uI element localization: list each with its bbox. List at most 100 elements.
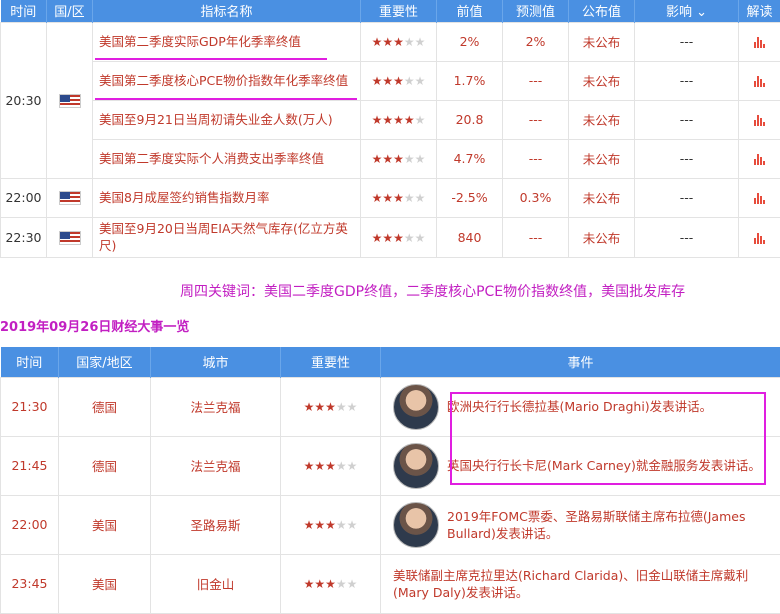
- region-cell: [47, 217, 93, 257]
- bar-chart-icon[interactable]: [754, 193, 766, 204]
- forecast-value: 0.3%: [503, 178, 569, 217]
- section-title: 2019年09月26日财经大事一览: [0, 316, 189, 335]
- actual-value: 未公布: [569, 178, 635, 217]
- event-importance: ★★★★★: [281, 554, 381, 613]
- indicator-row: 美国第二季度实际个人消费支出季率终值★★★★★4.7%---未公布---: [1, 139, 780, 178]
- importance-stars: ★★★★★: [304, 459, 358, 473]
- prev-value: -2.5%: [437, 178, 503, 217]
- importance-cell: ★★★★★: [361, 139, 437, 178]
- interpret-cell[interactable]: [739, 178, 780, 217]
- keywords-line: 周四关键词：美国二季度GDP终值，二季度核心PCE物价指数终值，美国批发库存: [180, 281, 685, 301]
- prev-value: 840: [437, 217, 503, 257]
- event-time: 23:45: [1, 554, 59, 613]
- impact-value: ---: [635, 217, 739, 257]
- importance-stars: ★★★★★: [372, 191, 426, 205]
- events-header-time: 时间: [1, 347, 59, 377]
- time-cell: 22:30: [1, 217, 47, 257]
- header-region: 国/区: [47, 0, 93, 22]
- us-flag-icon: [59, 191, 81, 205]
- highlight-underline-gdp: [95, 58, 327, 60]
- forecast-value: ---: [503, 217, 569, 257]
- indicator-name[interactable]: 美国至9月20日当周EIA天然气库存(亿立方英尺): [93, 217, 361, 257]
- indicator-name[interactable]: 美国第二季度实际GDP年化季率终值: [93, 22, 361, 61]
- event-row: 22:00美国圣路易斯★★★★★2019年FOMC票委、圣路易斯联储主席布拉德(…: [1, 495, 780, 554]
- importance-stars: ★★★★★: [372, 35, 426, 49]
- indicator-row: 22:30美国至9月20日当周EIA天然气库存(亿立方英尺)★★★★★840--…: [1, 217, 780, 257]
- actual-value: 未公布: [569, 61, 635, 100]
- interpret-cell[interactable]: [739, 61, 780, 100]
- indicator-name[interactable]: 美国至9月21日当周初请失业金人数(万人): [93, 100, 361, 139]
- importance-stars: ★★★★★: [304, 400, 358, 414]
- importance-cell: ★★★★★: [361, 61, 437, 100]
- importance-cell: ★★★★★: [361, 22, 437, 61]
- event-cell[interactable]: 美联储副主席克拉里达(Richard Clarida)、旧金山联储主席戴利(Ma…: [381, 554, 780, 613]
- forecast-value: ---: [503, 100, 569, 139]
- event-city: 法兰克福: [151, 377, 281, 436]
- impact-value: ---: [635, 100, 739, 139]
- impact-value: ---: [635, 61, 739, 100]
- event-cell[interactable]: 2019年FOMC票委、圣路易斯联储主席布拉德(James Bullard)发表…: [381, 495, 780, 554]
- importance-stars: ★★★★★: [372, 74, 426, 88]
- indicators-header-row: 时间 国/区 指标名称 重要性 前值 预测值 公布值 影响 ⌄ 解读: [1, 0, 780, 22]
- bar-chart-icon[interactable]: [754, 37, 766, 48]
- indicator-name[interactable]: 美国8月成屋签约销售指数月率: [93, 178, 361, 217]
- forecast-value: ---: [503, 61, 569, 100]
- forecast-value: 2%: [503, 22, 569, 61]
- event-text: 2019年FOMC票委、圣路易斯联储主席布拉德(James Bullard)发表…: [447, 508, 780, 542]
- event-country: 德国: [59, 436, 151, 495]
- header-indicator: 指标名称: [93, 0, 361, 22]
- indicator-name[interactable]: 美国第二季度实际个人消费支出季率终值: [93, 139, 361, 178]
- bar-chart-icon[interactable]: [754, 76, 766, 87]
- indicator-name[interactable]: 美国第二季度核心PCE物价指数年化季率终值: [93, 61, 361, 100]
- indicators-table: 时间 国/区 指标名称 重要性 前值 预测值 公布值 影响 ⌄ 解读 20:30…: [0, 0, 780, 258]
- importance-cell: ★★★★★: [361, 217, 437, 257]
- events-header-importance: 重要性: [281, 347, 381, 377]
- importance-stars: ★★★★★: [372, 113, 426, 127]
- us-flag-icon: [59, 231, 81, 245]
- highlight-underline-pce: [95, 98, 357, 100]
- header-interpret: 解读: [739, 0, 780, 22]
- event-row: 23:45美国旧金山★★★★★美联储副主席克拉里达(Richard Clarid…: [1, 554, 780, 613]
- events-header-city: 城市: [151, 347, 281, 377]
- prev-value: 2%: [437, 22, 503, 61]
- event-importance: ★★★★★: [281, 377, 381, 436]
- interpret-cell[interactable]: [739, 100, 780, 139]
- prev-value: 20.8: [437, 100, 503, 139]
- bar-chart-icon[interactable]: [754, 115, 766, 126]
- actual-value: 未公布: [569, 22, 635, 61]
- importance-stars: ★★★★★: [372, 231, 426, 245]
- bar-chart-icon[interactable]: [754, 154, 766, 165]
- header-time: 时间: [1, 0, 47, 22]
- prev-value: 4.7%: [437, 139, 503, 178]
- importance-stars: ★★★★★: [304, 577, 358, 591]
- impact-value: ---: [635, 178, 739, 217]
- region-cell: [47, 22, 93, 178]
- indicator-row: 20:30美国第二季度实际GDP年化季率终值★★★★★2%2%未公布---: [1, 22, 780, 61]
- impact-value: ---: [635, 139, 739, 178]
- forecast-value: ---: [503, 139, 569, 178]
- header-impact[interactable]: 影响 ⌄: [635, 0, 739, 22]
- impact-value: ---: [635, 22, 739, 61]
- time-cell: 22:00: [1, 178, 47, 217]
- interpret-cell[interactable]: [739, 22, 780, 61]
- importance-cell: ★★★★★: [361, 178, 437, 217]
- events-header-country: 国家/地区: [59, 347, 151, 377]
- actual-value: 未公布: [569, 217, 635, 257]
- speaker-avatar: [393, 502, 439, 548]
- header-prev: 前值: [437, 0, 503, 22]
- header-importance: 重要性: [361, 0, 437, 22]
- bar-chart-icon[interactable]: [754, 233, 766, 244]
- interpret-cell[interactable]: [739, 139, 780, 178]
- event-country: 德国: [59, 377, 151, 436]
- indicator-row: 美国第二季度核心PCE物价指数年化季率终值★★★★★1.7%---未公布---: [1, 61, 780, 100]
- event-country: 美国: [59, 495, 151, 554]
- interpret-cell[interactable]: [739, 217, 780, 257]
- indicator-row: 22:00 美国8月成屋签约销售指数月率 ★★★★★ -2.5%0.3%未公布---: [1, 178, 780, 217]
- event-text: 美联储副主席克拉里达(Richard Clarida)、旧金山联储主席戴利(Ma…: [393, 567, 780, 601]
- event-city: 旧金山: [151, 554, 281, 613]
- event-time: 21:45: [1, 436, 59, 495]
- speaker-avatar: [393, 384, 439, 430]
- header-actual: 公布值: [569, 0, 635, 22]
- importance-cell: ★★★★★: [361, 100, 437, 139]
- event-city: 圣路易斯: [151, 495, 281, 554]
